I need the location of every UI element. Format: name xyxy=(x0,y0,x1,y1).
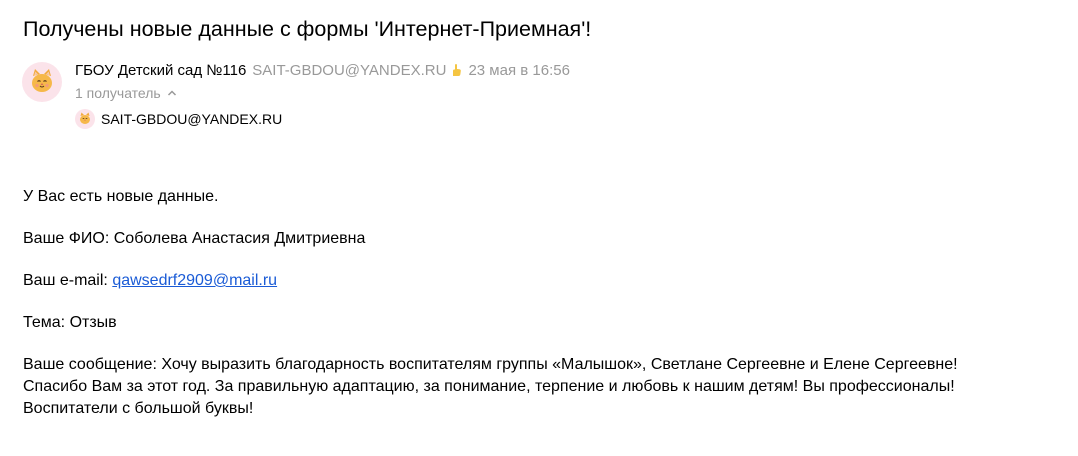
cat-face-icon xyxy=(80,112,90,124)
fio-label: Ваше ФИО: xyxy=(23,230,114,247)
topic-label: Тема: xyxy=(23,314,70,331)
message-text: Ваше сообщение: Хочу выразить благодарно… xyxy=(23,354,1063,420)
verified-hand-icon xyxy=(451,63,463,77)
recipient-email[interactable]: SAIT-GBDOU@YANDEX.RU xyxy=(101,111,282,127)
email-link[interactable]: qawsedrf2909@mail.ru xyxy=(112,272,277,289)
message-body: У Вас есть новые данные. Ваше ФИО: Собол… xyxy=(23,186,1063,440)
topic-line: Тема: Отзыв xyxy=(23,312,1063,334)
message-intro: У Вас есть новые данные. xyxy=(23,188,219,205)
recipients-toggle[interactable]: 1 получатель xyxy=(75,82,177,103)
recipient-item[interactable]: SAIT-GBDOU@YANDEX.RU xyxy=(75,108,282,130)
cat-face-icon xyxy=(32,69,52,92)
sender-email[interactable]: SAIT-GBDOU@YANDEX.RU xyxy=(252,62,446,79)
fio-line: Ваше ФИО: Соболева Анастасия Дмитриевна xyxy=(23,228,1063,250)
email-label: Ваш e-mail: xyxy=(23,272,113,289)
email-subject: Получены новые данные с формы 'Интернет-… xyxy=(23,17,592,41)
chevron-up-icon xyxy=(167,82,177,96)
message-line-3: Воспитатели с большой буквы! xyxy=(23,400,254,417)
sender-avatar[interactable] xyxy=(22,62,62,102)
recipient-avatar xyxy=(75,109,95,129)
recipients-count-label: 1 получатель xyxy=(75,85,161,101)
fio-value: Соболева Анастасия Дмитриевна xyxy=(113,230,366,247)
topic-value: Отзыв xyxy=(69,314,117,331)
message-label: Ваше сообщение: xyxy=(23,356,162,373)
sent-date: 23 мая в 16:56 xyxy=(468,62,570,79)
message-line-1: Хочу выразить благодарность воспитателям… xyxy=(161,356,958,373)
sender-info: ГБОУ Детский сад №116 SAIT-GBDOU@YANDEX.R… xyxy=(75,61,570,81)
message-line-2: Спасибо Вам за этот год. За правильную а… xyxy=(23,378,955,395)
sender-name[interactable]: ГБОУ Детский сад №116 xyxy=(75,62,246,79)
email-line: Ваш e-mail: qawsedrf2909@mail.ru xyxy=(23,270,1063,292)
